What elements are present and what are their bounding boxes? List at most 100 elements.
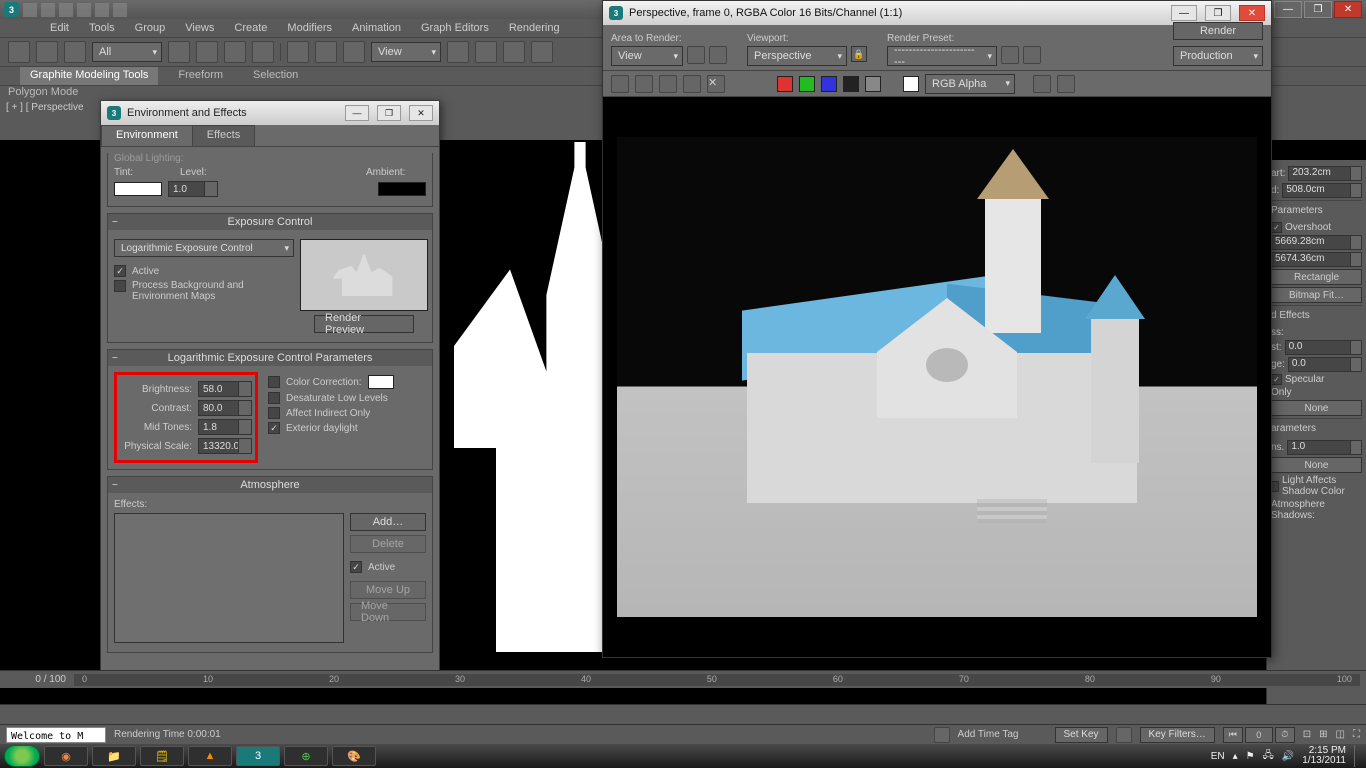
key-filters-button[interactable]: Key Filters… — [1140, 727, 1215, 743]
none-button-2[interactable]: None — [1271, 457, 1362, 473]
render-mode-dropdown[interactable]: Production — [1173, 46, 1263, 66]
move-icon[interactable] — [287, 41, 309, 63]
green-channel-button[interactable] — [799, 76, 815, 92]
print-icon[interactable] — [683, 75, 701, 93]
region-auto-icon[interactable] — [709, 46, 727, 64]
exposure-control-header[interactable]: Exposure Control — [108, 214, 432, 230]
env-close-icon[interactable]: ✕ — [409, 105, 433, 121]
task-notes-icon[interactable]: 🗒 — [140, 746, 184, 766]
add-effect-button[interactable]: Add… — [350, 513, 426, 531]
menu-rendering[interactable]: Rendering — [509, 22, 560, 34]
nav-f-icon[interactable]: ⛶ — [1353, 729, 1360, 740]
selection-filter-dropdown[interactable]: All — [92, 42, 162, 62]
channel-dropdown[interactable]: RGB Alpha — [925, 74, 1015, 94]
none-button-1[interactable]: None — [1271, 400, 1362, 416]
log-params-header[interactable]: Logarithmic Exposure Control Parameters — [108, 350, 432, 366]
ambient-swatch[interactable] — [378, 182, 426, 196]
tab-effects[interactable]: Effects — [192, 125, 255, 146]
unlink-icon[interactable] — [36, 41, 58, 63]
movedown-button[interactable]: Move Down — [350, 603, 426, 621]
tray-clock[interactable]: 2:15 PM 1/13/2011 — [1302, 746, 1346, 766]
task-chrome-icon[interactable]: ◉ — [44, 746, 88, 766]
setkey-button[interactable]: Set Key — [1055, 727, 1108, 743]
env-maximize-icon[interactable]: ❐ — [377, 105, 401, 121]
moveup-button[interactable]: Move Up — [350, 581, 426, 599]
bind-icon[interactable] — [64, 41, 86, 63]
swatch-white[interactable] — [903, 76, 919, 92]
physscale-spinner[interactable]: 13320.0 — [198, 438, 252, 454]
tab-freeform[interactable]: Freeform — [168, 67, 233, 85]
light-shadow-checkbox[interactable] — [1271, 481, 1279, 492]
mono-channel-button[interactable] — [865, 76, 881, 92]
qat-undo-icon[interactable] — [77, 3, 91, 17]
render-titlebar[interactable]: 3 Perspective, frame 0, RGBA Color 16 Bi… — [603, 1, 1271, 25]
menu-tools[interactable]: Tools — [89, 22, 115, 34]
desaturate-checkbox[interactable] — [268, 392, 280, 404]
blue-channel-button[interactable] — [821, 76, 837, 92]
tab-selection[interactable]: Selection — [243, 67, 308, 85]
qat-link-icon[interactable] — [113, 3, 127, 17]
render-setup-icon[interactable] — [1001, 46, 1019, 64]
brightness-spinner[interactable]: 58.0 — [198, 381, 252, 397]
select-manip-icon[interactable] — [475, 41, 497, 63]
color-correction-swatch[interactable] — [368, 375, 394, 389]
select-icon[interactable] — [168, 41, 190, 63]
keyboard-icon[interactable] — [503, 41, 525, 63]
effect-active-checkbox[interactable] — [350, 561, 362, 573]
viewport-lock-icon[interactable]: 🔒 — [851, 46, 867, 62]
render-output-area[interactable] — [603, 97, 1271, 657]
exposure-type-dropdown[interactable]: Logarithmic Exposure Control — [114, 239, 294, 257]
tab-environment[interactable]: Environment — [101, 125, 193, 146]
render-preview-button[interactable]: Render Preview — [314, 315, 414, 333]
menu-edit[interactable]: Edit — [50, 22, 69, 34]
overshoot-checkbox[interactable]: ✓ — [1271, 222, 1282, 233]
prev-key-icon[interactable]: ⏮ — [1223, 727, 1243, 743]
tray-network-icon[interactable]: 🖧 — [1263, 748, 1274, 765]
pivot-icon[interactable] — [447, 41, 469, 63]
main-minimize-icon[interactable]: — — [1274, 1, 1302, 18]
process-bg-checkbox[interactable] — [114, 280, 126, 292]
task-3dsmax-icon[interactable]: 3 — [236, 746, 280, 766]
effects-listbox[interactable] — [114, 513, 344, 643]
task-paint-icon[interactable]: 🎨 — [332, 746, 376, 766]
tray-lang[interactable]: EN — [1211, 751, 1225, 762]
rotate-icon[interactable] — [315, 41, 337, 63]
qat-open-icon[interactable] — [41, 3, 55, 17]
scale-icon[interactable] — [343, 41, 365, 63]
affect-indirect-checkbox[interactable] — [268, 407, 280, 419]
level-spinner[interactable]: 1.0 — [168, 181, 218, 197]
show-desktop-button[interactable] — [1354, 745, 1362, 767]
nav-e-icon[interactable]: ◫ — [1336, 729, 1345, 740]
ref-coord-dropdown[interactable]: View — [371, 42, 441, 62]
task-vlc-icon[interactable]: ▲ — [188, 746, 232, 766]
save-image-icon[interactable] — [611, 75, 629, 93]
clear-icon[interactable]: ✕ — [707, 75, 725, 93]
val1-spinner[interactable]: 5669.28cm — [1271, 235, 1362, 250]
menu-group[interactable]: Group — [135, 22, 166, 34]
nav-c-icon[interactable]: ⊡ — [1303, 729, 1311, 740]
main-close-icon[interactable]: ✕ — [1334, 1, 1362, 18]
render-minimize-icon[interactable]: — — [1171, 5, 1197, 21]
active-checkbox[interactable] — [114, 265, 126, 277]
alpha-channel-button[interactable] — [843, 76, 859, 92]
contrast-spinner[interactable]: 80.0 — [198, 400, 252, 416]
link-icon[interactable] — [8, 41, 30, 63]
menu-views[interactable]: Views — [185, 22, 214, 34]
tab-graphite[interactable]: Graphite Modeling Tools — [20, 67, 158, 85]
time-config-icon[interactable]: ⏱ — [1275, 727, 1295, 743]
atmosphere-header[interactable]: Atmosphere — [108, 477, 432, 493]
st-spinner[interactable]: 0.0 — [1285, 340, 1362, 355]
midtones-spinner[interactable]: 1.8 — [198, 419, 252, 435]
overlay-a-icon[interactable] — [1033, 75, 1051, 93]
qat-new-icon[interactable] — [23, 3, 37, 17]
end-spinner[interactable]: 508.0cm — [1282, 183, 1362, 198]
env-minimize-icon[interactable]: — — [345, 105, 369, 121]
environment-icon[interactable] — [1023, 46, 1041, 64]
select-region-icon[interactable] — [224, 41, 246, 63]
rectangle-button[interactable]: Rectangle — [1271, 269, 1362, 285]
color-correction-checkbox[interactable] — [268, 376, 280, 388]
overlay-b-icon[interactable] — [1057, 75, 1075, 93]
start-spinner[interactable]: 203.2cm — [1288, 166, 1362, 181]
env-dialog-titlebar[interactable]: 3 Environment and Effects — ❐ ✕ — [101, 101, 439, 125]
tray-flag-icon[interactable]: ⚑ — [1246, 751, 1255, 762]
